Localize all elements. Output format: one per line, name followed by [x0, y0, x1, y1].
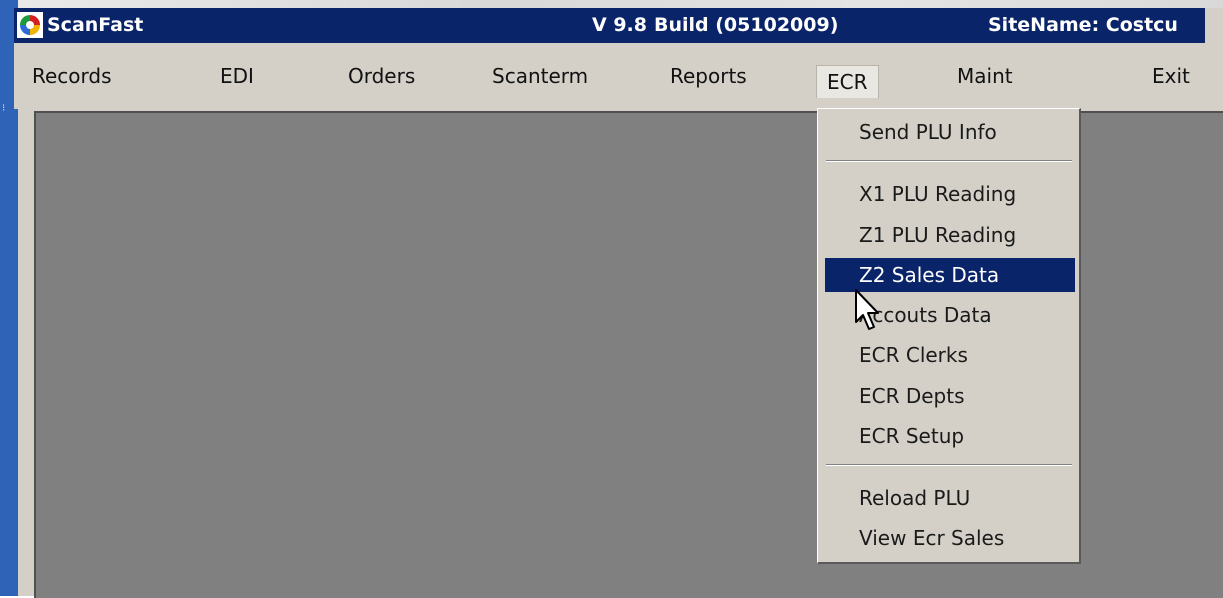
menu-reports[interactable]: Reports [670, 63, 747, 89]
menu-item-label: Z2 Sales Data [859, 263, 1000, 287]
menu-item-label: Z1 PLU Reading [859, 223, 1017, 247]
menu-edi[interactable]: EDI [220, 63, 254, 89]
mouse-pointer-icon [855, 289, 879, 330]
menu-separator [826, 160, 1072, 162]
menu-item-reload-plu[interactable]: Reload PLU [825, 481, 1075, 515]
menu-ecr[interactable]: ECR [816, 65, 879, 98]
menu-item-view-ecr-sales[interactable]: View Ecr Sales [825, 521, 1075, 555]
background-window-edge [18, 0, 1223, 8]
menu-item-label: Reload PLU [859, 486, 971, 510]
app-title: ScanFast [47, 14, 144, 36]
menu-records[interactable]: Records [32, 63, 112, 89]
menu-separator [826, 464, 1072, 466]
menu-item-label: View Ecr Sales [859, 526, 1005, 550]
menu-item-label: ECR Setup [859, 424, 965, 448]
menu-bar: Records EDI Orders Scanterm Reports ECR … [14, 43, 1205, 109]
title-bar[interactable]: ScanFast V 9.8 Build (05102009) SiteName… [14, 8, 1205, 43]
menu-item-label: X1 PLU Reading [859, 182, 1017, 206]
menu-scanterm[interactable]: Scanterm [492, 63, 588, 89]
desktop-edge-fragment: ⁝ [2, 103, 6, 114]
menu-item-ecr-setup[interactable]: ECR Setup [825, 419, 1075, 453]
menu-item-label: ECR Depts [859, 384, 965, 408]
version-label: V 9.8 [592, 14, 647, 36]
site-name-label: SiteName: Costcu [988, 14, 1178, 36]
menu-maint[interactable]: Maint [957, 63, 1013, 89]
scanfast-logo-icon [17, 12, 43, 38]
menu-item-send-plu-info[interactable]: Send PLU Info [825, 115, 1075, 149]
menu-item-ecr-depts[interactable]: ECR Depts [825, 379, 1075, 413]
menu-orders[interactable]: Orders [348, 63, 415, 89]
menu-item-ecr-clerks[interactable]: ECR Clerks [825, 338, 1075, 372]
build-label: Build (05102009) [654, 14, 839, 36]
menu-item-z2-sales-data[interactable]: Z2 Sales Data [825, 258, 1075, 292]
menu-item-z1-plu-reading[interactable]: Z1 PLU Reading [825, 218, 1075, 252]
menu-item-label: Send PLU Info [859, 120, 997, 144]
menu-exit[interactable]: Exit [1152, 63, 1190, 89]
ecr-dropdown-menu: Send PLU Info X1 PLU Reading Z1 PLU Read… [817, 108, 1081, 564]
menu-item-x1-plu-reading[interactable]: X1 PLU Reading [825, 177, 1075, 211]
menu-item-label: ECR Clerks [859, 343, 968, 367]
